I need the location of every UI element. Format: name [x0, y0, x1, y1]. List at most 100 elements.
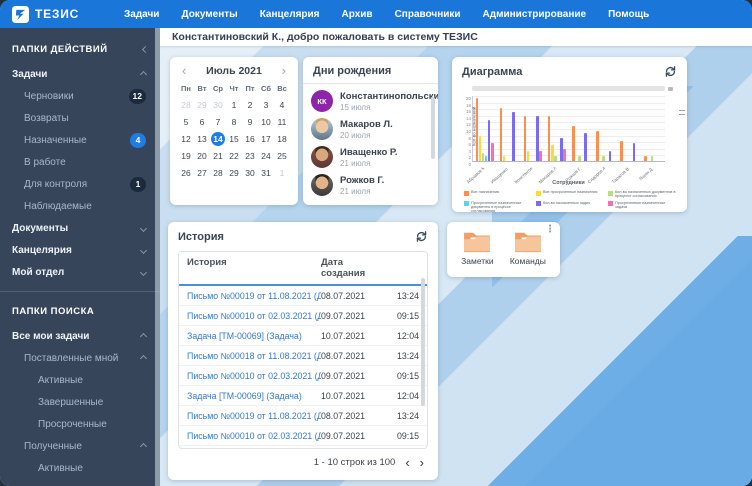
legend-item[interactable]: Кол-во назначенных задач [536, 201, 604, 214]
calendar-day[interactable]: 8 [226, 115, 242, 129]
sidebar-item[interactable]: Завершенные [0, 391, 160, 413]
chevron-down-icon[interactable] [139, 246, 148, 254]
column-header-created[interactable]: Дата создания [321, 257, 381, 279]
table-row[interactable]: Письмо №00010 от 02.03.2021 (Документ)09… [179, 426, 427, 446]
table-row[interactable]: Письмо №00019 от 11.08.2021 (Документ)08… [179, 286, 427, 306]
calendar-day[interactable]: 28 [210, 166, 226, 180]
calendar-day[interactable]: 12 [178, 132, 194, 146]
pagination-prev-button[interactable]: ‹ [405, 456, 409, 469]
chart-bar[interactable] [523, 116, 527, 161]
birthday-list-item[interactable]: КК Константинопольский К.15 июля [311, 90, 438, 112]
calendar-day[interactable]: 13 [194, 132, 210, 146]
table-row[interactable]: Задача [ТМ-00069] (Задача)10.07.202112:0… [179, 446, 427, 448]
refresh-icon[interactable] [415, 230, 428, 243]
sidebar-item[interactable]: Наблюдаемые [0, 195, 160, 217]
table-row[interactable]: Задача [ТМ-00069] (Задача)10.07.202112:0… [179, 326, 427, 346]
calendar-day[interactable]: 3 [258, 98, 274, 112]
calendar-day[interactable]: 19 [178, 149, 194, 163]
calendar-day[interactable]: 23 [242, 149, 258, 163]
chevron-up-icon[interactable] [139, 70, 148, 78]
calendar-day[interactable]: 10 [258, 115, 274, 129]
legend-item[interactable]: Кол-во назначенных документов в процессе… [608, 190, 676, 199]
calendar-day[interactable]: 1 [274, 166, 290, 180]
sidebar-item[interactable]: Завершенные [0, 479, 160, 486]
sidebar-item[interactable]: Назначенные 4 [0, 129, 160, 151]
nav-menu-item-1[interactable]: Документы [181, 9, 237, 20]
sidebar-folder[interactable]: Все мои задачи [0, 325, 160, 347]
calendar-day[interactable]: 28 [178, 98, 194, 112]
birthday-list-item[interactable]: Иващенко Р. 21 июля [311, 146, 430, 168]
history-scrollbar[interactable] [421, 278, 425, 406]
calendar-day[interactable]: 16 [242, 132, 258, 146]
nav-menu-item-2[interactable]: Канцелярия [260, 9, 320, 20]
calendar-day[interactable]: 21 [210, 149, 226, 163]
birthday-list-item[interactable]: Рожков Г. 21 июля [311, 174, 430, 196]
calendar-day[interactable]: 20 [194, 149, 210, 163]
history-link[interactable]: Задача [ТМ-00069] (Задача) [187, 391, 321, 401]
table-row[interactable]: Письмо №00010 от 02.03.2021 (Документ)09… [179, 306, 427, 326]
nav-menu-item-4[interactable]: Справочники [395, 9, 461, 20]
chart-scrollbar[interactable] [472, 86, 673, 91]
history-link[interactable]: Задача [ТМ-00069] (Задача) [187, 331, 321, 341]
calendar-day[interactable]: 24 [258, 149, 274, 163]
calendar-day[interactable]: 15 [226, 132, 242, 146]
nav-menu-item-5[interactable]: Администрирование [483, 9, 587, 20]
sidebar-item[interactable]: Просроченные [0, 413, 160, 435]
chart-bar[interactable] [563, 149, 566, 161]
chevron-up-icon[interactable] [139, 354, 148, 362]
sidebar-item[interactable]: В работе [0, 151, 160, 173]
birthdays-scrollbar[interactable] [431, 97, 435, 159]
chart-bar[interactable] [502, 156, 506, 161]
chart-bar[interactable] [620, 141, 623, 161]
calendar-day[interactable]: 4 [274, 98, 290, 112]
chart-scroll-grip[interactable] [668, 87, 673, 91]
nav-menu-item-3[interactable]: Архив [342, 9, 373, 20]
calendar-day[interactable]: 9 [242, 115, 258, 129]
sidebar-item[interactable]: Возвраты [0, 107, 160, 129]
chart-bar[interactable] [491, 142, 494, 161]
calendar-next-button[interactable]: › [280, 64, 288, 77]
calendar-day[interactable]: 30 [242, 166, 258, 180]
calendar-day[interactable]: 6 [194, 115, 210, 129]
chart-bar[interactable] [596, 131, 599, 161]
sidebar-item[interactable]: Поставленные мной [0, 347, 160, 369]
column-header-history[interactable]: История [187, 257, 321, 279]
chart-bar[interactable] [512, 111, 515, 161]
sidebar-folder[interactable]: Задачи [0, 63, 160, 85]
sidebar-item[interactable]: Активные [0, 457, 160, 479]
calendar-day[interactable]: 1 [226, 98, 242, 112]
chart-bar[interactable] [632, 142, 636, 161]
sidebar-item[interactable]: Для контроля 1 [0, 173, 160, 195]
table-row[interactable]: Письмо №00018 от 11.08.2021 (Документ)08… [179, 346, 427, 366]
chart-bar[interactable] [539, 151, 542, 161]
chevron-up-icon[interactable] [139, 332, 148, 340]
history-link[interactable]: Письмо №00010 от 02.03.2021 (Документ) [187, 431, 321, 441]
collapse-sidebar-icon[interactable] [141, 45, 150, 54]
calendar-day[interactable]: 29 [194, 98, 210, 112]
calendar-day[interactable]: 30 [210, 98, 226, 112]
sidebar-item[interactable]: Полученные [0, 435, 160, 457]
refresh-icon[interactable] [664, 65, 677, 78]
table-row[interactable]: Задача [ТМ-00069] (Задача)10.07.202112:0… [179, 386, 427, 406]
chart-export-menu-icon[interactable] [679, 110, 685, 115]
history-link[interactable]: Письмо №00019 от 11.08.2021 (Документ) [187, 291, 321, 301]
calendar-day[interactable]: 25 [274, 149, 290, 163]
chart-bar[interactable] [644, 156, 647, 161]
legend-item[interactable]: Просроченные назначенные документы в про… [464, 201, 532, 214]
chevron-down-icon[interactable] [139, 268, 148, 276]
chart-bar[interactable] [650, 156, 654, 161]
chart-bar[interactable] [578, 156, 581, 161]
chart-bar[interactable] [584, 132, 587, 161]
pagination-next-button[interactable]: › [420, 456, 424, 469]
table-row[interactable]: Письмо №00019 от 11.08.2021 (Документ)08… [179, 406, 427, 426]
birthday-list-item[interactable]: Макаров Л. 20 июля [311, 118, 430, 140]
calendar-day-selected[interactable]: 14 [211, 132, 225, 146]
table-row[interactable]: Письмо №00010 от 02.03.2021 (Документ)09… [179, 366, 427, 386]
sidebar-item[interactable]: Черновики 12 [0, 85, 160, 107]
chevron-up-icon[interactable] [139, 442, 148, 450]
shortcut-notes[interactable]: Заметки [461, 230, 494, 273]
calendar-day[interactable]: 27 [194, 166, 210, 180]
chart-bar[interactable] [572, 126, 575, 161]
sidebar-folder[interactable]: Мой отдел [0, 261, 160, 283]
calendar-prev-button[interactable]: ‹ [180, 64, 188, 77]
